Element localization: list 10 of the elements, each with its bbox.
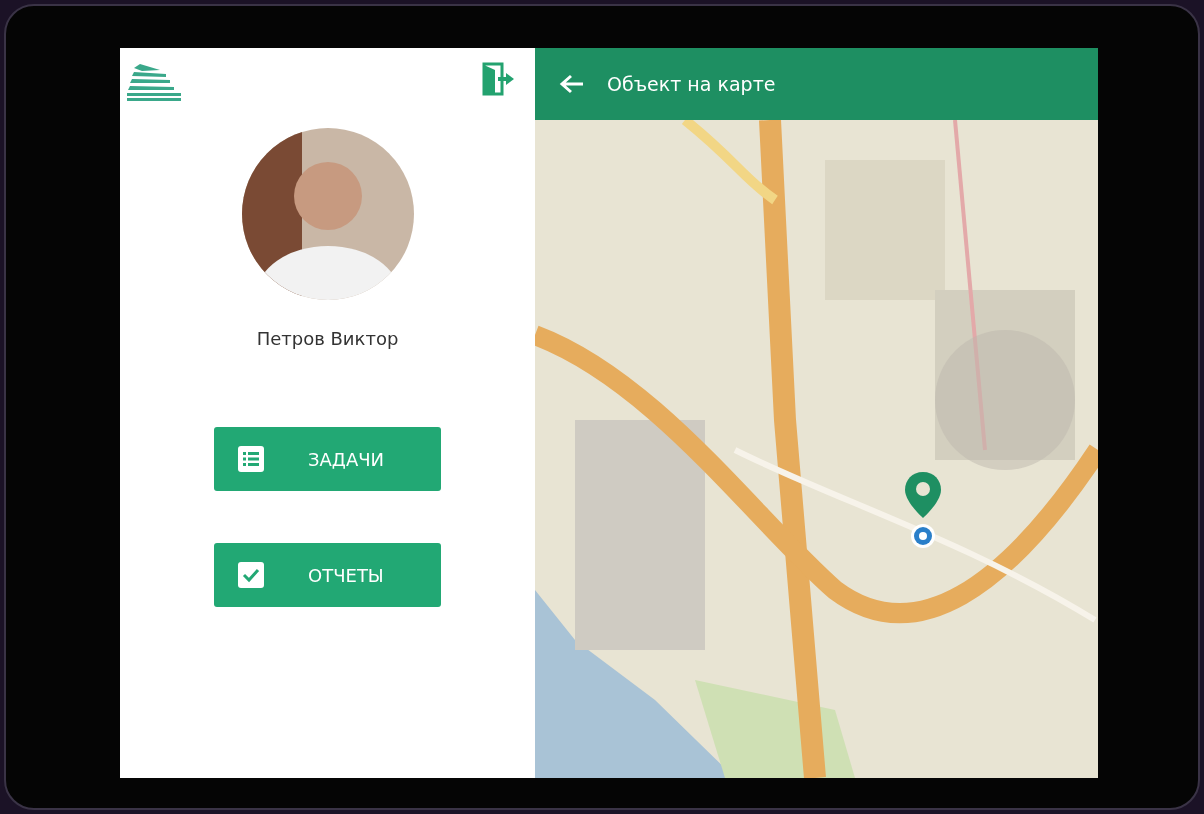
back-arrow-icon[interactable] [559, 73, 585, 95]
reports-button[interactable]: ОТЧЕТЫ [214, 543, 441, 607]
map-pin-icon [903, 470, 943, 550]
building-logo-icon [126, 62, 182, 102]
user-name: Петров Виктор [256, 328, 399, 349]
checkbox-icon [238, 562, 264, 588]
list-icon [238, 446, 264, 472]
screen-title: Объект на карте [607, 73, 776, 95]
logout-icon[interactable] [481, 62, 515, 96]
tasks-button[interactable]: ЗАДАЧИ [214, 427, 441, 491]
